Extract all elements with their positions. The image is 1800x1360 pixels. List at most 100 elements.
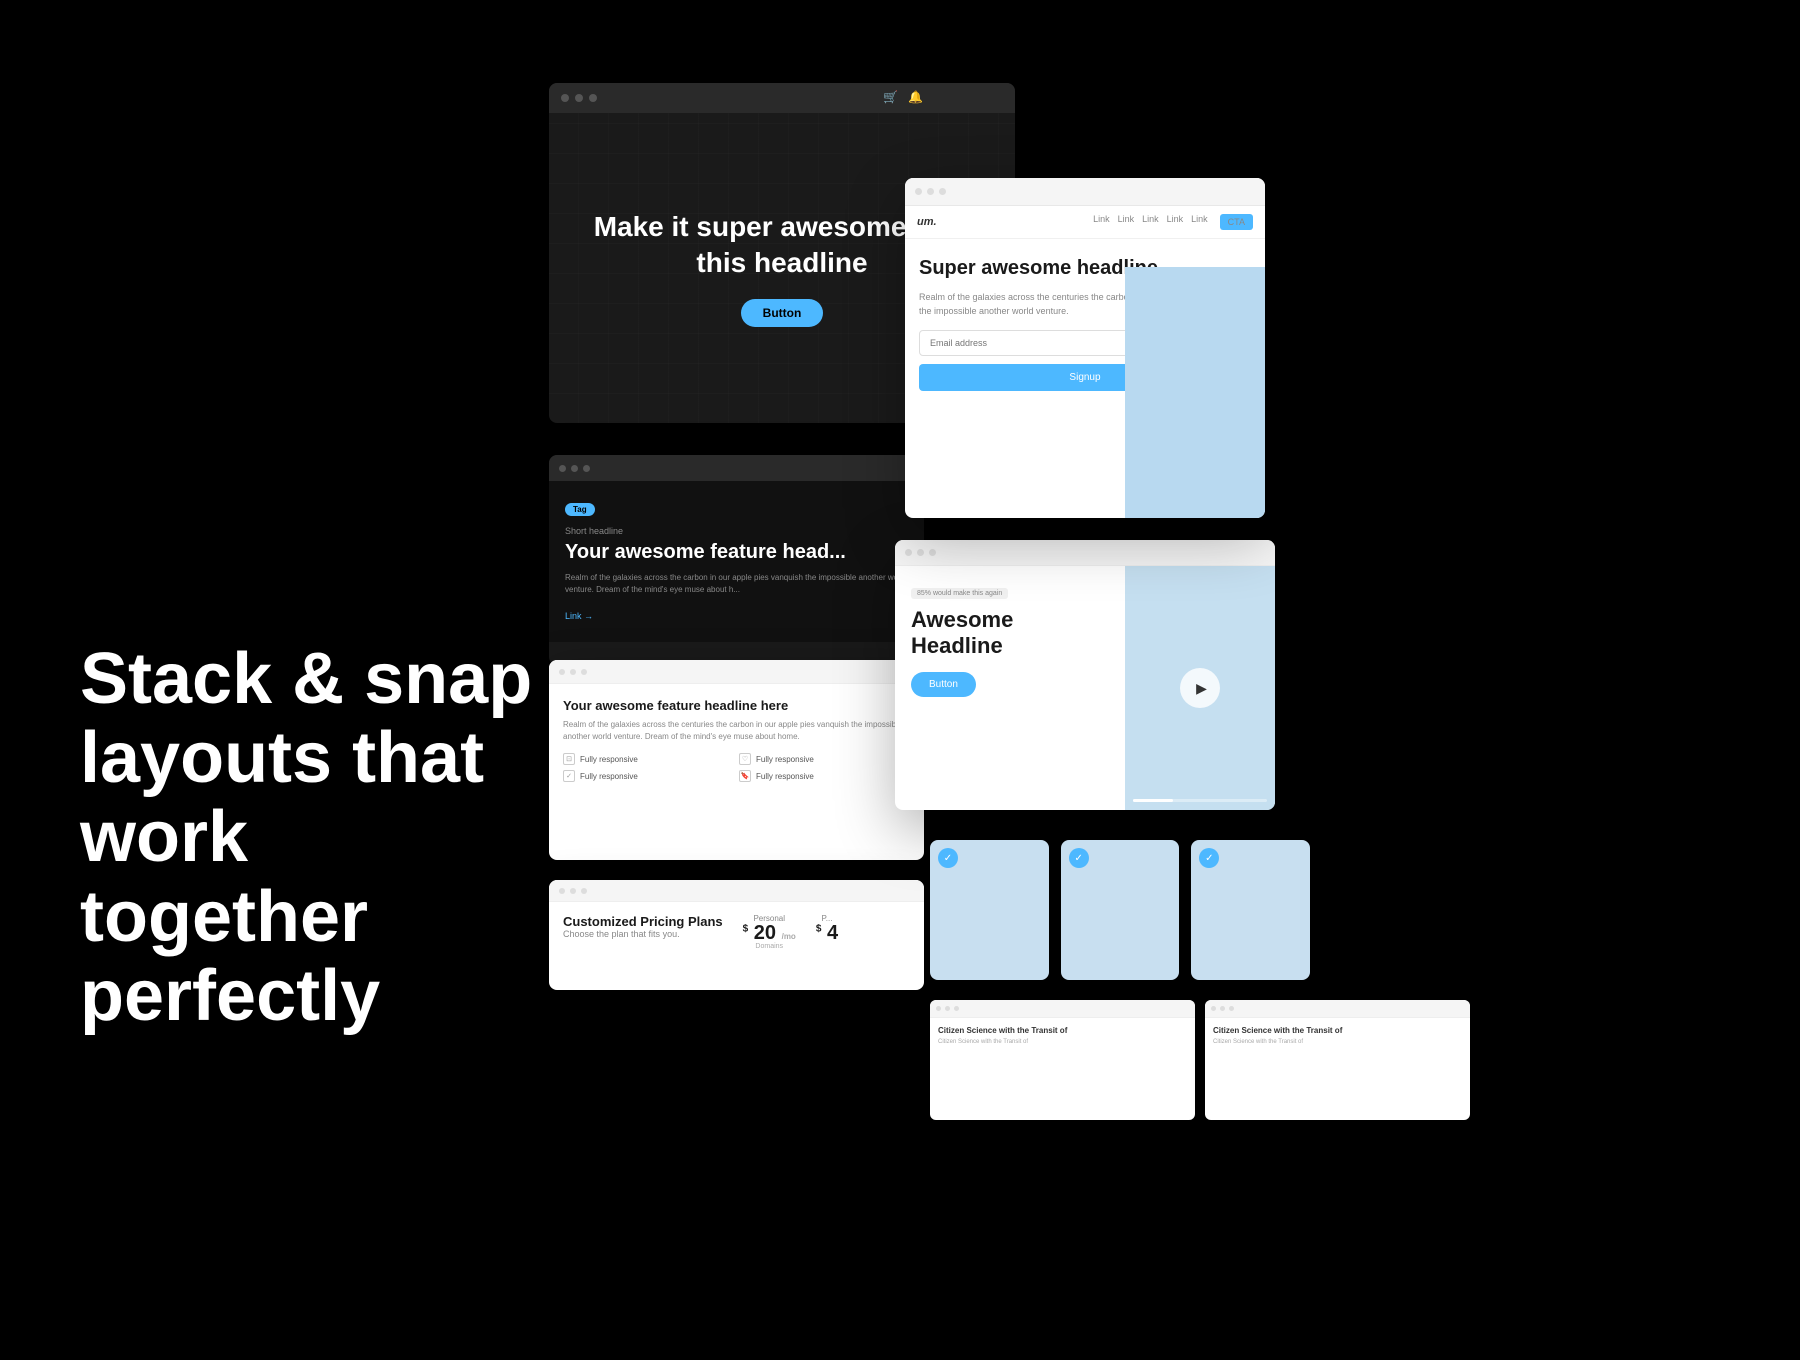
plan-price-2: $ 4 bbox=[816, 923, 838, 943]
d2-tag: Tag bbox=[565, 503, 595, 516]
dark2-body: Tag Short headline Your awesome feature … bbox=[549, 481, 924, 642]
hero-right-browser: 85% would make this again Awesome Headli… bbox=[895, 540, 1275, 810]
white-browser: um. Link Link Link Link Link CTA Super a… bbox=[905, 178, 1265, 518]
feature-list: ⊡ Fully responsive ♡ Fully responsive ✓ … bbox=[563, 753, 910, 782]
nav-link-2: Link bbox=[1118, 214, 1135, 230]
fdot-3 bbox=[581, 669, 587, 675]
hero-text: Stack & snap layouts that work together … bbox=[80, 640, 540, 1036]
screenshot-body-2: Citizen Science with the Transit of Citi… bbox=[1205, 1018, 1470, 1054]
screenshot-2: Citizen Science with the Transit of Citi… bbox=[1205, 1000, 1470, 1120]
feature-item-3: ✓ Fully responsive bbox=[563, 770, 734, 782]
card-3: ✓ bbox=[1191, 840, 1310, 980]
feature-label-4: Fully responsive bbox=[756, 772, 814, 781]
white-nav-links: Link Link Link Link Link CTA bbox=[1093, 214, 1253, 230]
video-progress bbox=[1133, 799, 1267, 802]
fdot-1 bbox=[559, 669, 565, 675]
nav-link-1: Link bbox=[1093, 214, 1110, 230]
pricing-card: Personal $ 20 /mo Domains bbox=[743, 914, 796, 950]
s2-dot-3 bbox=[1229, 1006, 1234, 1011]
feature-browser: Your awesome feature headline here Realm… bbox=[549, 660, 924, 860]
currency-symbol: $ bbox=[743, 923, 749, 934]
dark2-dot-1 bbox=[559, 465, 566, 472]
bell-icon: 🔔 bbox=[908, 90, 923, 104]
feature-label-3: Fully responsive bbox=[580, 772, 638, 781]
white-nav: um. Link Link Link Link Link CTA bbox=[905, 206, 1265, 239]
feature-label-2: Fully responsive bbox=[756, 755, 814, 764]
pricing-body: Customized Pricing Plans Choose the plan… bbox=[549, 902, 924, 962]
dark-browser2-bar bbox=[549, 455, 924, 481]
nav-cta[interactable]: CTA bbox=[1220, 214, 1253, 230]
s2-dot-2 bbox=[1220, 1006, 1225, 1011]
pdot-1 bbox=[559, 888, 565, 894]
progress-bar bbox=[1133, 799, 1173, 802]
browser-dot-2 bbox=[575, 94, 583, 102]
nav-link-3: Link bbox=[1142, 214, 1159, 230]
dark-browser-feature: Tag Short headline Your awesome feature … bbox=[549, 455, 924, 665]
feature-title: Your awesome feature headline here bbox=[563, 698, 910, 713]
nav-icons: 🛒 🔔 bbox=[883, 90, 923, 104]
pricing-browser: Customized Pricing Plans Choose the plan… bbox=[549, 880, 924, 990]
screenshot-bar-1 bbox=[930, 1000, 1195, 1018]
hdot-3 bbox=[929, 549, 936, 556]
hero-left-content: 85% would make this again Awesome Headli… bbox=[895, 566, 1125, 810]
d2-link[interactable]: Link → bbox=[565, 611, 593, 621]
hero-right-bar bbox=[895, 540, 1275, 566]
dark-browser-button[interactable]: Button bbox=[741, 299, 824, 327]
pricing-bar bbox=[549, 880, 924, 902]
d2-title: Your awesome feature head... bbox=[565, 540, 908, 564]
browser-bar: um. 🛒 🔔 bbox=[549, 83, 1015, 113]
white-body-container: Super awesome headline Realm of the gala… bbox=[905, 239, 1265, 518]
screenshot-title-1: Citizen Science with the Transit of bbox=[938, 1026, 1187, 1035]
pricing-card-2: P... $ 4 bbox=[816, 914, 838, 943]
browser-dot-3 bbox=[589, 94, 597, 102]
price-value: 20 bbox=[754, 922, 776, 944]
pricing-left: Customized Pricing Plans Choose the plan… bbox=[563, 914, 723, 939]
browser-dot-1 bbox=[561, 94, 569, 102]
currency-2: $ bbox=[816, 923, 822, 934]
screenshot-body-1: Citizen Science with the Transit of Citi… bbox=[930, 1018, 1195, 1054]
nav-link-4: Link bbox=[1167, 214, 1184, 230]
screenshot-desc-2: Citizen Science with the Transit of bbox=[1213, 1038, 1462, 1046]
dark2-dot-2 bbox=[571, 465, 578, 472]
fdot-2 bbox=[570, 669, 576, 675]
s1-dot-1 bbox=[936, 1006, 941, 1011]
cards-row: ✓ ✓ ✓ bbox=[930, 840, 1310, 980]
plan-price: $ 20 /mo bbox=[743, 923, 796, 943]
play-button[interactable] bbox=[1180, 668, 1220, 708]
hero-right-body: 85% would make this again Awesome Headli… bbox=[895, 566, 1275, 810]
card-2: ✓ bbox=[1061, 840, 1180, 980]
white-dot-2 bbox=[927, 188, 934, 195]
cart-icon: 🛒 bbox=[883, 90, 898, 104]
feature-item-2: ♡ Fully responsive bbox=[739, 753, 910, 765]
s2-dot-1 bbox=[1211, 1006, 1216, 1011]
screenshots-row: Citizen Science with the Transit of Citi… bbox=[930, 1000, 1470, 1120]
feature-item-1: ⊡ Fully responsive bbox=[563, 753, 734, 765]
dark2-dot-3 bbox=[583, 465, 590, 472]
card-check-1: ✓ bbox=[938, 848, 958, 868]
price-period: /mo bbox=[782, 932, 796, 941]
feature-label-1: Fully responsive bbox=[580, 755, 638, 764]
screenshot-1: Citizen Science with the Transit of Citi… bbox=[930, 1000, 1195, 1120]
blue-panel bbox=[1125, 267, 1265, 518]
white-browser-bar bbox=[905, 178, 1265, 206]
hero-tag: 85% would make this again bbox=[911, 588, 1008, 599]
hero-right-button[interactable]: Button bbox=[911, 672, 976, 697]
card-check-2: ✓ bbox=[1069, 848, 1089, 868]
responsive-icon-4: 🔖 bbox=[739, 770, 751, 782]
white-dot-3 bbox=[939, 188, 946, 195]
feature-desc: Realm of the galaxies across the centuri… bbox=[563, 719, 910, 743]
feature-body: Your awesome feature headline here Realm… bbox=[549, 684, 924, 796]
white-dot-1 bbox=[915, 188, 922, 195]
price-value-2: 4 bbox=[827, 922, 838, 944]
nav-link-5: Link bbox=[1191, 214, 1208, 230]
pdot-2 bbox=[570, 888, 576, 894]
feature-bar bbox=[549, 660, 924, 684]
s1-dot-3 bbox=[954, 1006, 959, 1011]
screenshot-title-2: Citizen Science with the Transit of bbox=[1213, 1026, 1462, 1035]
feature-item-4: 🔖 Fully responsive bbox=[739, 770, 910, 782]
screenshot-bar-2 bbox=[1205, 1000, 1470, 1018]
screenshot-desc-1: Citizen Science with the Transit of bbox=[938, 1038, 1187, 1046]
hero-video-panel bbox=[1125, 566, 1275, 810]
domains-label: Domains bbox=[743, 943, 796, 950]
hero-right-headline: Awesome Headline bbox=[911, 607, 1109, 660]
